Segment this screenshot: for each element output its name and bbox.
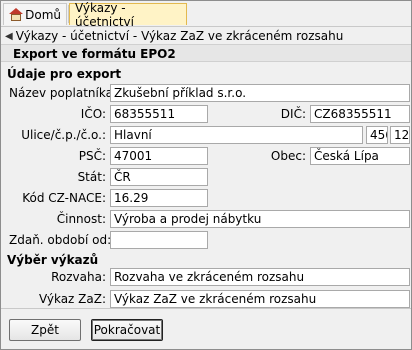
activity-label: Činnost: xyxy=(56,212,106,226)
period-from-label: Zdaň. období od: xyxy=(9,233,112,247)
footer-divider xyxy=(1,308,411,309)
back-button[interactable]: Zpět xyxy=(9,319,81,341)
dic-label: DIČ: xyxy=(280,107,306,121)
psc-label: PSČ: xyxy=(78,149,106,163)
pl-field[interactable]: Výkaz ZaZ ve zkráceném rozsahu xyxy=(110,290,410,308)
balance-label: Rozvaha: xyxy=(51,270,106,284)
report-group-title: Výběr výkazů xyxy=(7,253,99,267)
back-arrow-icon[interactable]: ◀ xyxy=(5,31,13,42)
tab-home-label: Domů xyxy=(25,7,61,22)
tab-reports-accounting[interactable]: Výkazy - účetnictví xyxy=(69,1,187,29)
tab-active-label: Výkazy - účetnictví xyxy=(75,0,134,29)
state-label: Stát: xyxy=(77,170,106,184)
activity-field[interactable]: Výroba a prodej nábytku xyxy=(110,210,410,228)
dic-field[interactable]: CZ68355511 xyxy=(310,105,410,123)
company-name-label: Název poplatníka: xyxy=(9,86,117,100)
street-number-co-field[interactable]: 12 xyxy=(390,126,410,144)
home-icon xyxy=(9,7,23,22)
street-label: Ulice/č.p./č.o.: xyxy=(21,128,106,142)
section-title: Export ve formátu EPO2 xyxy=(1,44,411,62)
breadcrumb: ◀ Výkazy - účetnictví - Výkaz ZaZ ve zkr… xyxy=(5,28,343,44)
export-group-title: Údaje pro export xyxy=(7,67,122,81)
tab-bar: Domů Výkazy - účetnictví xyxy=(1,1,411,29)
state-field[interactable]: ČR xyxy=(110,168,208,186)
nace-field[interactable]: 16.29 xyxy=(110,189,208,207)
company-name-field[interactable]: Zkušební příklad s.r.o. xyxy=(110,84,410,102)
psc-field[interactable]: 47001 xyxy=(110,147,208,165)
ico-label: IČO: xyxy=(80,107,106,121)
period-from-field[interactable] xyxy=(110,231,208,249)
street-field[interactable]: Hlavní xyxy=(110,126,363,144)
window-frame: Domů Výkazy - účetnictví ◀ Výkazy - účet… xyxy=(0,0,412,350)
breadcrumb-path: Výkazy - účetnictví - Výkaz ZaZ ve zkrác… xyxy=(15,29,344,43)
pl-label: Výkaz ZaZ: xyxy=(38,292,106,306)
tab-home[interactable]: Domů xyxy=(3,3,67,25)
city-label: Obec: xyxy=(270,149,306,163)
continue-button[interactable]: Pokračovat xyxy=(91,319,163,341)
city-field[interactable]: Česká Lípa xyxy=(310,147,410,165)
street-number-cp-field[interactable]: 456 xyxy=(366,126,388,144)
nace-label: Kód CZ-NACE: xyxy=(22,191,106,205)
ico-field[interactable]: 68355511 xyxy=(110,105,208,123)
balance-field[interactable]: Rozvaha ve zkráceném rozsahu xyxy=(110,268,410,286)
